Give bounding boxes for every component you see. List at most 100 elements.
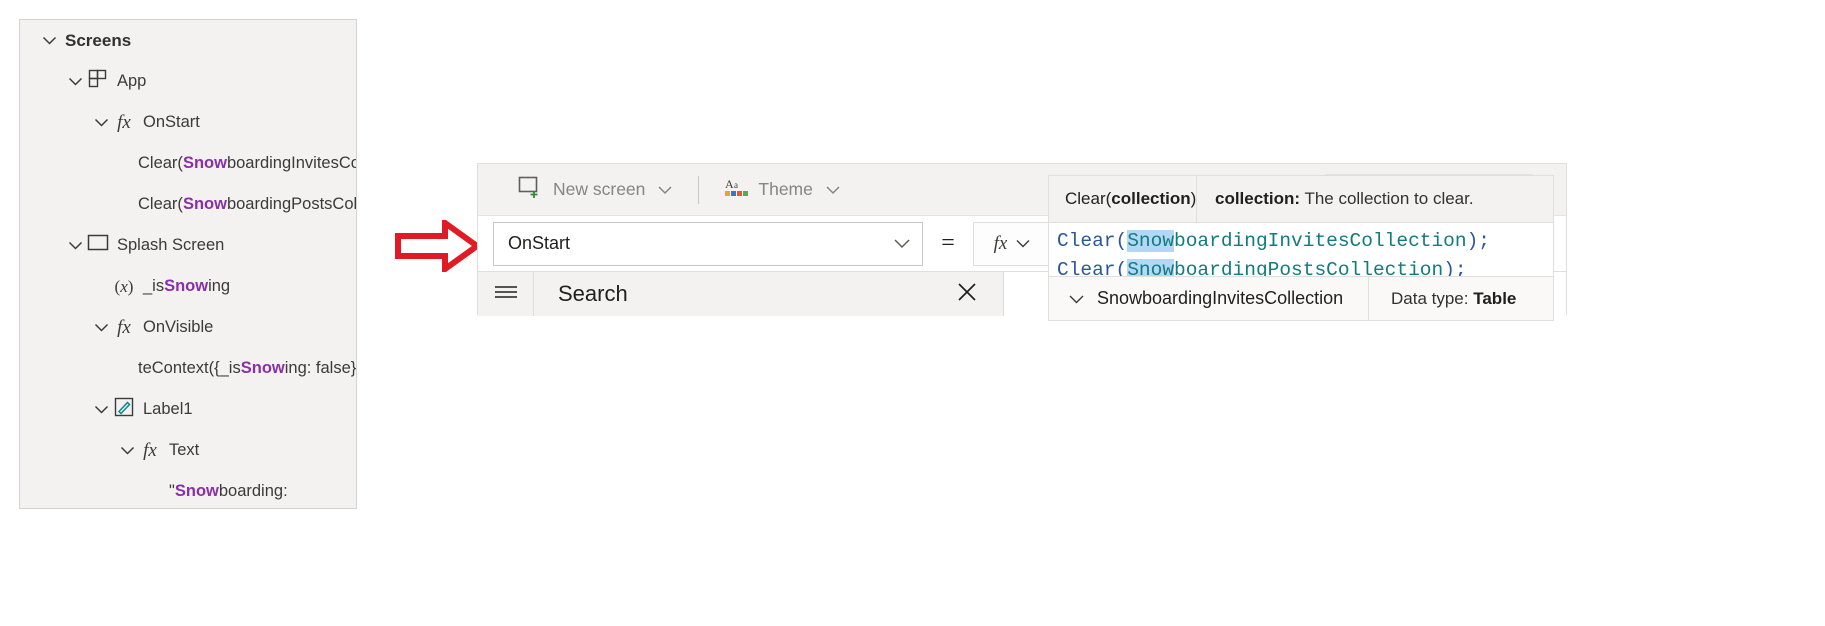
tree-item[interactable]: fx Text [20, 430, 356, 471]
intellisense-overlay: Clear(collection) collection: The collec… [1048, 175, 1554, 321]
chevron-down-icon[interactable] [90, 112, 112, 134]
new-screen-icon [518, 176, 544, 203]
tree-item-icon [112, 397, 136, 422]
code-paren: ( [1115, 259, 1128, 276]
tree-item-label: "Snowboarding: [169, 482, 288, 501]
code-semicolon: ; [1454, 259, 1467, 276]
close-icon[interactable] [956, 281, 978, 308]
tree-item-label: OnStart [143, 113, 200, 132]
code-paren: ( [1115, 230, 1128, 252]
chevron-down-icon[interactable] [38, 30, 60, 52]
code-selected-text: Snow [1127, 230, 1175, 252]
code-identifier: boardingInvitesCollection [1174, 230, 1467, 252]
suggestion-label: SnowboardingInvitesCollection [1097, 288, 1344, 308]
screen-icon [87, 234, 109, 257]
code-line: Clear(SnowboardingInvitesCollection); [1057, 227, 1553, 256]
tree-item[interactable]: Splash Screen [20, 225, 356, 266]
chevron-down-icon [826, 185, 840, 195]
param-name: collection: [1215, 189, 1301, 208]
tree-item[interactable]: Label1 [20, 389, 356, 430]
search-field[interactable]: Search [534, 272, 1004, 316]
search-label: Search [558, 281, 628, 306]
tree-item-label: _isSnowing [143, 277, 231, 296]
code-identifier: boardingPostsCollection [1174, 259, 1444, 276]
red-arrow-annotation [395, 220, 480, 272]
chevron-down-icon [1016, 239, 1030, 248]
tree-item-label: Clear(SnowboardingInvitesColle... [138, 154, 357, 173]
function-signature: Clear(collection) [1049, 176, 1197, 222]
code-paren: ) [1443, 259, 1455, 276]
tree-item[interactable]: "Snowboarding: [20, 471, 356, 508]
tree-item[interactable]: Screens [20, 20, 356, 61]
tree-item[interactable]: Clear(SnowboardingInvitesColle... [20, 143, 356, 184]
screens-tree-panel[interactable]: Screens App fx OnStart Clear(SnowboardingInv… [19, 19, 357, 509]
tree-item-label: Label1 [143, 400, 193, 419]
param-text: The collection to clear. [1304, 189, 1474, 208]
parameter-description: collection: The collection to clear. [1197, 189, 1553, 209]
tree-item-label: teContext({_isSnowing: false}); [138, 359, 357, 378]
tree-item-label: App [117, 72, 147, 91]
hamburger-menu-button[interactable] [478, 272, 534, 316]
chevron-down-icon [893, 238, 911, 249]
datatype-label: Data type: [1391, 288, 1469, 308]
fx-icon: fx [117, 316, 131, 338]
label-pencil-icon [114, 397, 134, 422]
chevron-down-icon[interactable] [64, 235, 86, 257]
tree-item-label: Splash Screen [117, 236, 225, 255]
chevron-down-icon [658, 185, 672, 195]
tree-item-icon: fx [138, 440, 162, 462]
fx-icon: fx [993, 232, 1008, 254]
tree-item-icon [86, 234, 110, 257]
fx-button[interactable]: fx [973, 221, 1051, 266]
theme-aa-icon: A a [725, 176, 749, 203]
fx-icon: fx [143, 439, 157, 461]
equals-sign: = [941, 230, 955, 256]
tree-item-icon: fx [112, 317, 136, 339]
tree-item[interactable]: fx OnStart [20, 102, 356, 143]
hamburger-icon [493, 284, 519, 305]
fx-icon: fx [117, 111, 131, 133]
chevron-down-icon[interactable] [116, 440, 138, 462]
chevron-down-icon[interactable] [90, 317, 112, 339]
code-line: Clear(SnowboardingPostsCollection); [1057, 256, 1553, 276]
signature-suffix: ) [1190, 189, 1197, 208]
ribbon-divider [698, 175, 700, 204]
autocomplete-suggestion-row[interactable]: SnowboardingInvitesCollection Data type:… [1048, 276, 1554, 321]
signature-prefix: Clear( [1065, 189, 1112, 208]
suggestion-name-cell[interactable]: SnowboardingInvitesCollection [1049, 277, 1369, 320]
tree-item[interactable]: App [20, 61, 356, 102]
tree-item-label: OnVisible [143, 318, 214, 337]
tree-item-icon: fx [112, 112, 136, 134]
new-screen-label: New screen [553, 179, 646, 199]
tree-item-label: Screens [65, 31, 132, 50]
code-paren: ) [1466, 230, 1479, 252]
tree-item-icon [86, 69, 110, 94]
svg-text:a: a [734, 180, 738, 190]
theme-label: Theme [758, 179, 813, 199]
datatype-value: Table [1473, 288, 1517, 308]
tree-item-icon: (x) [112, 276, 136, 298]
property-select-value: OnStart [508, 233, 571, 253]
variable-icon: (x) [114, 276, 134, 296]
tree-item[interactable]: teContext({_isSnowing: false}); [20, 348, 356, 389]
code-function: Clear [1057, 259, 1116, 276]
svg-text:A: A [725, 177, 734, 191]
code-selected-text: Snow [1127, 259, 1175, 276]
new-screen-button[interactable]: New screen [506, 170, 684, 210]
suggestion-datatype: Data type: Table [1369, 289, 1516, 309]
function-tooltip: Clear(collection) collection: The collec… [1048, 175, 1554, 223]
formula-code-editor[interactable]: Clear(SnowboardingInvitesCollection); Cle… [1048, 223, 1554, 276]
theme-button[interactable]: A a Theme [713, 170, 851, 210]
chevron-down-icon[interactable] [90, 399, 112, 421]
chevron-down-icon[interactable] [64, 71, 86, 93]
tree-item-label: Text [169, 441, 200, 460]
property-select[interactable]: OnStart [493, 221, 923, 266]
tree-item[interactable]: Clear(SnowboardingPostsCollec... [20, 184, 356, 225]
code-function: Clear [1057, 230, 1116, 252]
code-semicolon: ; [1478, 230, 1490, 252]
tree-item[interactable]: (x) _isSnowing [20, 266, 356, 307]
tree-item[interactable]: fx OnVisible [20, 307, 356, 348]
signature-param: collection [1111, 189, 1191, 208]
app-grid-icon [88, 69, 108, 94]
chevron-down-icon [1068, 288, 1085, 309]
